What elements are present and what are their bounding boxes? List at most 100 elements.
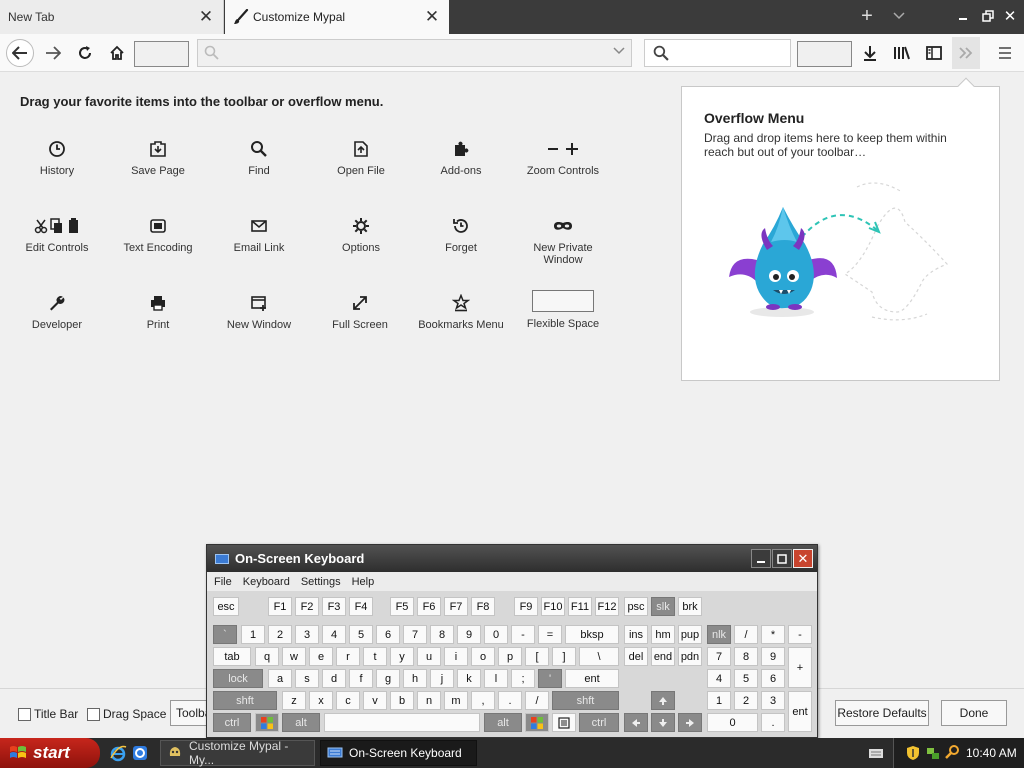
key-page-down[interactable]: pdn xyxy=(678,647,702,666)
tab-new-tab[interactable]: New Tab ✕ xyxy=(0,0,224,34)
search-tray-icon[interactable] xyxy=(945,744,961,763)
key-numpad-multiply[interactable]: * xyxy=(761,625,785,644)
osk-title-bar[interactable]: On-Screen Keyboard xyxy=(207,545,817,572)
key-numpad-8[interactable]: 8 xyxy=(734,647,758,666)
key-f7[interactable]: F7 xyxy=(444,597,468,616)
key-left-bracket[interactable]: [ xyxy=(525,647,549,666)
key-left-arrow[interactable] xyxy=(624,713,648,732)
key-left-ctrl[interactable]: ctrl xyxy=(213,713,251,732)
key-i[interactable]: i xyxy=(444,647,468,666)
palette-item-new-private-window[interactable]: New Private Window xyxy=(513,215,613,266)
key-minus[interactable]: - xyxy=(511,625,535,644)
key-t[interactable]: t xyxy=(363,647,387,666)
key-9[interactable]: 9 xyxy=(457,625,481,644)
key-f[interactable]: f xyxy=(349,669,373,688)
key-f11[interactable]: F11 xyxy=(568,597,592,616)
key-y[interactable]: y xyxy=(390,647,414,666)
key-h[interactable]: h xyxy=(403,669,427,688)
list-all-tabs-chevron-icon[interactable] xyxy=(885,4,913,28)
checkbox-box[interactable] xyxy=(87,707,100,721)
network-icon[interactable] xyxy=(925,745,941,764)
key-8[interactable]: 8 xyxy=(430,625,454,644)
key-equals[interactable]: = xyxy=(538,625,562,644)
key-numpad-add[interactable]: + xyxy=(788,647,812,688)
reload-button[interactable] xyxy=(72,40,98,66)
key-num-lock[interactable]: nlk xyxy=(707,625,731,644)
library-button[interactable] xyxy=(890,41,914,65)
key-application-menu[interactable] xyxy=(552,713,576,732)
palette-item-text-encoding[interactable]: Text Encoding xyxy=(108,215,208,254)
key-right-arrow[interactable] xyxy=(678,713,702,732)
key-right-alt[interactable]: alt xyxy=(484,713,522,732)
key-numpad-enter[interactable]: ent xyxy=(788,691,812,732)
key-numpad-7[interactable]: 7 xyxy=(707,647,731,666)
menu-file[interactable]: File xyxy=(214,576,232,588)
key-numpad-subtract[interactable]: - xyxy=(788,625,812,644)
palette-item-find[interactable]: Find xyxy=(209,138,309,177)
window-close-button[interactable]: ✕ xyxy=(1000,6,1020,26)
key-enter[interactable]: ent xyxy=(565,669,619,688)
palette-item-save-page[interactable]: Save Page xyxy=(108,138,208,177)
key-slk[interactable]: slk xyxy=(651,597,675,616)
search-bar[interactable] xyxy=(644,39,791,67)
key-g[interactable]: g xyxy=(376,669,400,688)
title-bar-checkbox[interactable]: Title Bar xyxy=(18,707,78,721)
url-dropdown-chevron-icon[interactable] xyxy=(613,46,625,58)
key-numpad-4[interactable]: 4 xyxy=(707,669,731,688)
palette-item-new-window[interactable]: New Window xyxy=(209,292,309,331)
key-m[interactable]: m xyxy=(444,691,468,710)
keyboard-language-icon[interactable] xyxy=(868,746,884,760)
key-period[interactable]: . xyxy=(498,691,522,710)
key-5[interactable]: 5 xyxy=(349,625,373,644)
overflow-menu-button[interactable] xyxy=(952,37,980,69)
internet-explorer-icon[interactable] xyxy=(109,744,127,762)
sidebar-button[interactable] xyxy=(922,41,946,65)
key-e[interactable]: e xyxy=(309,647,333,666)
key-numpad-5[interactable]: 5 xyxy=(734,669,758,688)
key-f8[interactable]: F8 xyxy=(471,597,495,616)
key-r[interactable]: r xyxy=(336,647,360,666)
menu-settings[interactable]: Settings xyxy=(301,576,341,588)
done-button[interactable]: Done xyxy=(941,700,1007,726)
palette-item-flexible-space[interactable]: Flexible Space xyxy=(513,290,613,330)
menu-help[interactable]: Help xyxy=(352,576,375,588)
key-1[interactable]: 1 xyxy=(241,625,265,644)
key-f4[interactable]: F4 xyxy=(349,597,373,616)
key-f9[interactable]: F9 xyxy=(514,597,538,616)
start-button[interactable]: start xyxy=(0,738,100,768)
key-home[interactable]: hm xyxy=(651,625,675,644)
key-insert[interactable]: ins xyxy=(624,625,648,644)
key-end[interactable]: end xyxy=(651,647,675,666)
palette-item-options[interactable]: Options xyxy=(311,215,411,254)
key-numpad-9[interactable]: 9 xyxy=(761,647,785,666)
key-s[interactable]: s xyxy=(295,669,319,688)
taskbar-item-customize-mypal[interactable]: Customize Mypal - My... xyxy=(160,739,315,767)
key-b[interactable]: b xyxy=(390,691,414,710)
key-semicolon[interactable]: ; xyxy=(511,669,535,688)
key-w[interactable]: w xyxy=(282,647,306,666)
key-f2[interactable]: F2 xyxy=(295,597,319,616)
palette-item-forget[interactable]: Forget xyxy=(411,215,511,254)
key-c[interactable]: c xyxy=(336,691,360,710)
palette-item-history[interactable]: History xyxy=(7,138,107,177)
home-button[interactable] xyxy=(104,40,130,66)
palette-item-edit-controls[interactable]: Edit Controls xyxy=(7,215,107,254)
key-numpad-divide[interactable]: / xyxy=(734,625,758,644)
window-minimize-button[interactable] xyxy=(953,6,973,26)
key-left-shift[interactable]: shft xyxy=(213,691,277,710)
key-o[interactable]: o xyxy=(471,647,495,666)
tab-customize-mypal[interactable]: Customize Mypal ✕ xyxy=(225,0,449,34)
quick-launch-app-icon[interactable] xyxy=(131,744,149,762)
key-numpad-0[interactable]: 0 xyxy=(707,713,758,732)
palette-item-full-screen[interactable]: Full Screen xyxy=(310,292,410,331)
key-numpad-1[interactable]: 1 xyxy=(707,691,731,710)
key-0[interactable]: 0 xyxy=(484,625,508,644)
key-f10[interactable]: F10 xyxy=(541,597,565,616)
key-x[interactable]: x xyxy=(309,691,333,710)
key-left-alt[interactable]: alt xyxy=(282,713,320,732)
clock[interactable]: 10:40 AM xyxy=(966,746,1017,760)
key-right-ctrl[interactable]: ctrl xyxy=(579,713,619,732)
key-numpad-6[interactable]: 6 xyxy=(761,669,785,688)
palette-item-email-link[interactable]: Email Link xyxy=(209,215,309,254)
back-button[interactable] xyxy=(6,39,34,67)
